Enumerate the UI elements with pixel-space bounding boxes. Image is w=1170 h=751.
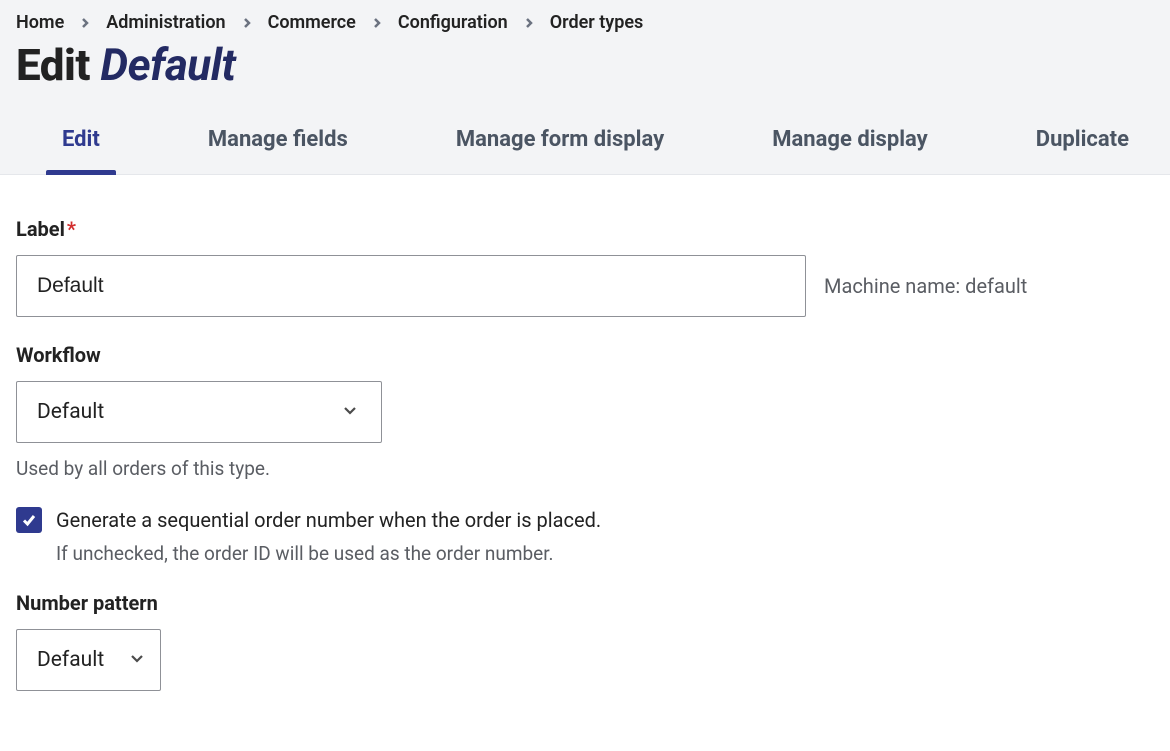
chevron-right-icon	[242, 18, 252, 28]
page-title: Edit Default	[16, 41, 1154, 107]
page-title-entity: Default	[100, 39, 235, 91]
workflow-select[interactable]: Default	[16, 381, 382, 443]
tab-manage-form-display[interactable]: Manage form display	[440, 107, 680, 174]
workflow-description: Used by all orders of this type.	[16, 457, 1154, 480]
breadcrumb-item-home[interactable]: Home	[16, 12, 64, 33]
machine-name-value: default	[965, 274, 1027, 298]
form-item-workflow: Workflow Default Used by all orders of t…	[16, 343, 1154, 480]
chevron-right-icon	[372, 18, 382, 28]
required-mark: *	[67, 217, 76, 241]
chevron-right-icon	[524, 18, 534, 28]
check-icon	[21, 512, 37, 528]
sequential-checkbox[interactable]	[16, 507, 42, 533]
label-input[interactable]	[16, 255, 806, 317]
breadcrumb: Home Administration Commerce Configurati…	[16, 12, 1154, 33]
breadcrumb-item-configuration[interactable]: Configuration	[398, 12, 508, 33]
sequential-checkbox-label[interactable]: Generate a sequential order number when …	[56, 506, 601, 534]
tabs: Edit Manage fields Manage form display M…	[0, 107, 1170, 175]
form-item-number-pattern: Number pattern Default	[16, 591, 1154, 691]
form-item-label: Label* Machine name: default	[16, 217, 1154, 317]
label-field-title: Label	[16, 217, 65, 241]
breadcrumb-item-administration[interactable]: Administration	[106, 12, 225, 33]
label-field-label: Label*	[16, 217, 1154, 241]
number-pattern-select[interactable]: Default	[16, 629, 161, 691]
tab-edit[interactable]: Edit	[46, 107, 116, 174]
tab-duplicate[interactable]: Duplicate	[1020, 107, 1145, 174]
machine-name: Machine name: default	[824, 274, 1027, 298]
form-region: Label* Machine name: default Workflow De…	[0, 175, 1170, 733]
form-item-sequential: Generate a sequential order number when …	[16, 506, 1154, 565]
sequential-description: If unchecked, the order ID will be used …	[56, 542, 1154, 565]
workflow-field-label: Workflow	[16, 343, 1154, 367]
machine-name-prefix: Machine name:	[824, 274, 965, 298]
breadcrumb-item-commerce[interactable]: Commerce	[268, 12, 356, 33]
tab-manage-display[interactable]: Manage display	[756, 107, 943, 174]
tab-manage-fields[interactable]: Manage fields	[192, 107, 364, 174]
number-pattern-field-label: Number pattern	[16, 591, 1154, 615]
page-title-prefix: Edit	[16, 39, 100, 91]
chevron-right-icon	[80, 18, 90, 28]
breadcrumb-item-order-types[interactable]: Order types	[550, 12, 644, 33]
